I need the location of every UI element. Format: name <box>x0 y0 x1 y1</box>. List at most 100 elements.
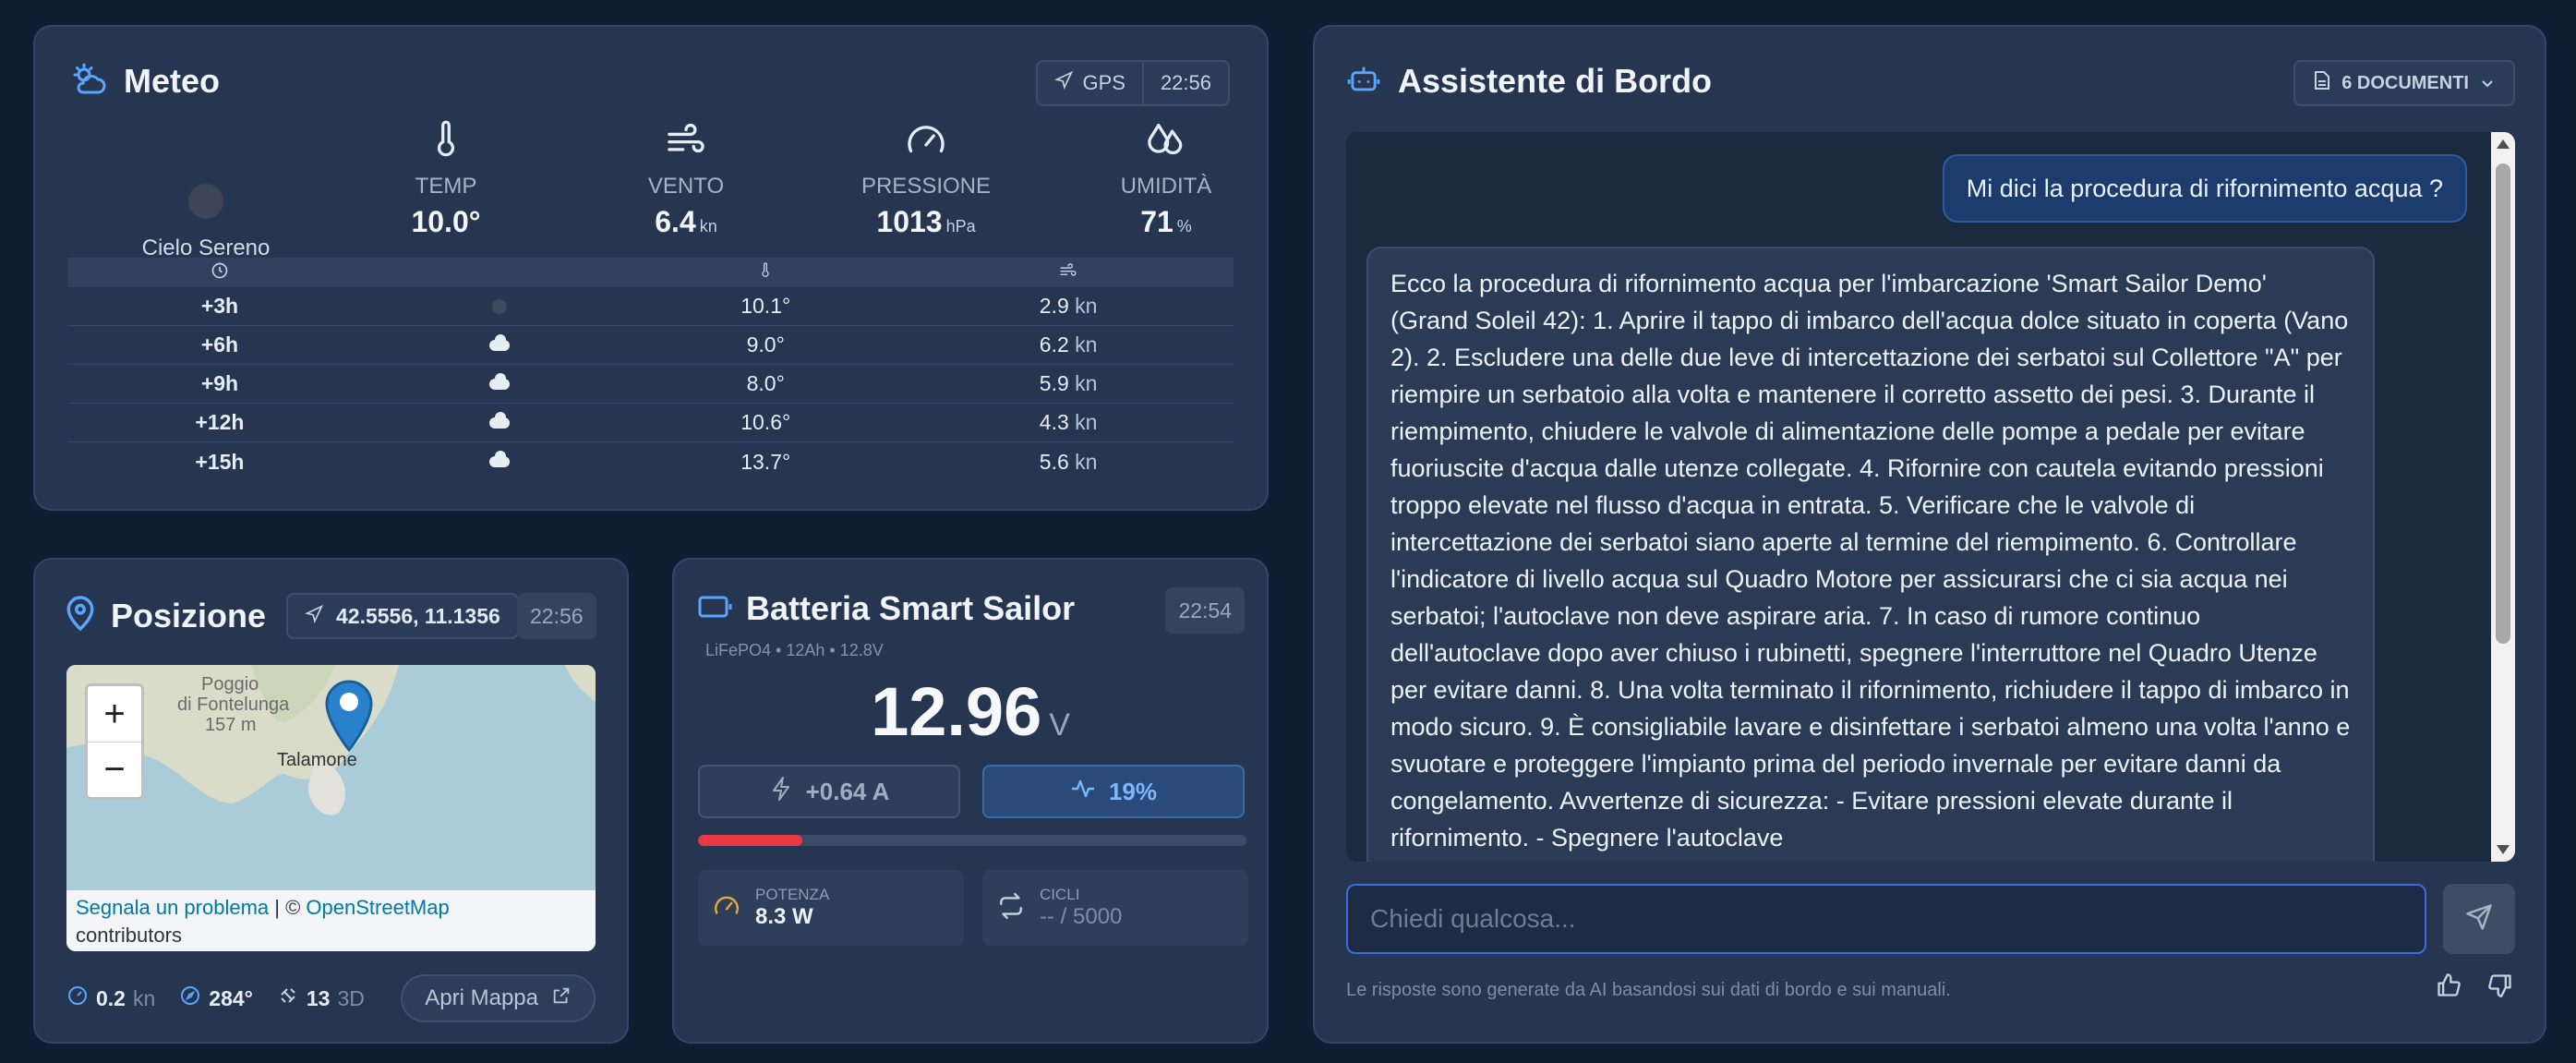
zoom-out-button[interactable]: − <box>88 742 141 797</box>
wind-icon <box>580 119 792 166</box>
open-map-button[interactable]: Apri Mappa <box>401 974 596 1022</box>
zoom-control: + − <box>85 683 144 800</box>
forecast-row: +6h 9.0° 6.2 kn <box>68 326 1234 365</box>
zoom-in-button[interactable]: + <box>88 686 141 742</box>
map-pin-icon <box>65 595 96 636</box>
forecast-wind-unit: kn <box>1075 332 1098 356</box>
repeat-icon <box>997 892 1025 924</box>
wind-icon <box>903 261 1234 284</box>
posizione-panel: Posizione 42.5556, 11.1356 22:56 Poggio … <box>33 558 629 1044</box>
send-button[interactable] <box>2443 884 2515 954</box>
metric-unit: hPa <box>945 217 976 236</box>
posizione-header: Posizione <box>65 595 266 636</box>
soc-value: 19% <box>1108 777 1158 805</box>
metric-label: VENTO <box>647 174 725 199</box>
metric-label: UMIDITÀ <box>1120 174 1212 199</box>
gps-badge[interactable]: GPS 22:56 <box>1036 60 1230 106</box>
osm-link[interactable]: OpenStreetMap <box>306 896 449 919</box>
cycles-label: CICLI <box>1040 886 1080 903</box>
user-message: Mi dici la procedura di rifornimento acq… <box>1942 154 2467 223</box>
meteo-title: Meteo <box>124 62 221 100</box>
scroll-thumb[interactable] <box>2496 163 2510 644</box>
position-footer: 0.2 kn 284° 13 3D Apri Mappa <box>66 973 596 1023</box>
soc-progress-bar <box>698 835 1246 846</box>
forecast-temp: 10.1° <box>740 294 791 318</box>
batteria-time: 22:54 <box>1165 587 1245 634</box>
meteo-time: 22:56 <box>1160 71 1211 94</box>
gauge-icon <box>820 119 1032 166</box>
speedometer-icon <box>66 984 89 1012</box>
power-stat: POTENZA 8.3 W <box>698 870 964 946</box>
satellites-value: 13 <box>306 985 331 1010</box>
partly-cloudy-icon <box>72 63 109 101</box>
map-marker-icon[interactable] <box>325 678 373 756</box>
battery-icon <box>698 595 733 623</box>
posizione-time: 22:56 <box>517 593 596 639</box>
chat-scrollbar[interactable] <box>2491 132 2515 862</box>
batteria-panel: Batteria Smart Sailor 22:54 LiFePO4 • 12… <box>672 558 1269 1044</box>
battery-current: +0.64 A <box>698 765 960 818</box>
scroll-down-arrow[interactable] <box>2497 845 2510 854</box>
cloud-icon <box>489 333 511 351</box>
satellite-icon <box>277 984 299 1012</box>
clear-night-icon <box>492 298 508 314</box>
speed-readout: 0.2 kn <box>66 984 155 1012</box>
thermometer-icon <box>340 119 552 166</box>
forecast-row: +3h 10.1° 2.9 kn <box>68 287 1234 326</box>
assistente-title: Assistente di Bordo <box>1398 62 1713 100</box>
forecast-wind-unit: kn <box>1075 449 1098 474</box>
document-icon <box>2314 70 2330 96</box>
compass-icon <box>179 984 201 1012</box>
power-value: 8.3 W <box>755 904 813 929</box>
forecast-wind: 5.9 <box>1039 371 1069 395</box>
bot-icon <box>1346 64 1381 100</box>
metric-value: 71 <box>1140 205 1174 238</box>
soc-progress-fill <box>698 835 802 846</box>
voltage-value: 12.96 <box>871 673 1042 750</box>
posizione-time-text: 22:56 <box>530 603 584 628</box>
battery-voltage: 12.96 V <box>674 672 1267 751</box>
thumbs-down-icon[interactable] <box>2487 972 2513 1003</box>
send-icon <box>2465 903 2493 936</box>
droplets-icon <box>1060 119 1272 166</box>
cloud-icon <box>489 372 511 390</box>
forecast-wind-unit: kn <box>1075 371 1098 395</box>
assistant-message: Ecco la procedura di rifornimento acqua … <box>1366 247 2375 862</box>
documents-dropdown[interactable]: 6 DOCUMENTI <box>2293 60 2515 106</box>
map-view[interactable]: Poggio di Fontelunga 157 m Talamone + − … <box>66 665 596 951</box>
speed-value: 0.2 <box>96 985 126 1010</box>
thumbs-up-icon[interactable] <box>2436 972 2462 1003</box>
metric-unit: % <box>1176 217 1192 236</box>
battery-subtitle: LiFePO4 • 12Ah • 12.8V <box>705 641 884 659</box>
navigation-icon <box>305 604 324 629</box>
forecast-offset: +15h <box>195 449 245 474</box>
chat-input[interactable] <box>1346 884 2426 954</box>
forecast-wind-unit: kn <box>1075 410 1098 434</box>
report-problem-link[interactable]: Segnala un problema <box>76 896 269 919</box>
satellites-readout: 13 3D <box>277 984 365 1012</box>
metric-temp: TEMP 10.0° <box>340 119 552 239</box>
metric-wind: VENTO 6.4 kn <box>580 119 792 239</box>
thermometer-icon <box>628 261 903 284</box>
clock-icon <box>68 261 371 284</box>
user-message-text: Mi dici la procedura di rifornimento acq… <box>1966 174 2443 202</box>
chat-window[interactable]: Mi dici la procedura di rifornimento acq… <box>1346 132 2515 862</box>
attrib-contributors: contributors <box>76 924 182 947</box>
coords-badge[interactable]: 42.5556, 11.1356 <box>286 593 519 639</box>
forecast-temp: 8.0° <box>746 371 785 395</box>
navigation-icon <box>1054 70 1074 95</box>
lightning-icon <box>769 776 793 808</box>
forecast-offset: +9h <box>200 371 239 395</box>
posizione-title: Posizione <box>111 596 267 634</box>
heading-readout: 284° <box>179 984 253 1012</box>
cycles-stat: CICLI -- / 5000 <box>982 870 1248 946</box>
forecast-wind: 6.2 <box>1039 332 1069 356</box>
clear-night-icon <box>188 184 223 219</box>
current-value: +0.64 A <box>805 777 890 805</box>
map-attribution: Segnala un problema | © OpenStreetMap co… <box>66 890 596 951</box>
forecast-wind: 2.9 <box>1039 294 1069 318</box>
voltage-unit: V <box>1049 707 1070 743</box>
scroll-up-arrow[interactable] <box>2497 139 2510 149</box>
gauge-icon <box>713 892 740 924</box>
gps-label: GPS <box>1082 71 1125 94</box>
